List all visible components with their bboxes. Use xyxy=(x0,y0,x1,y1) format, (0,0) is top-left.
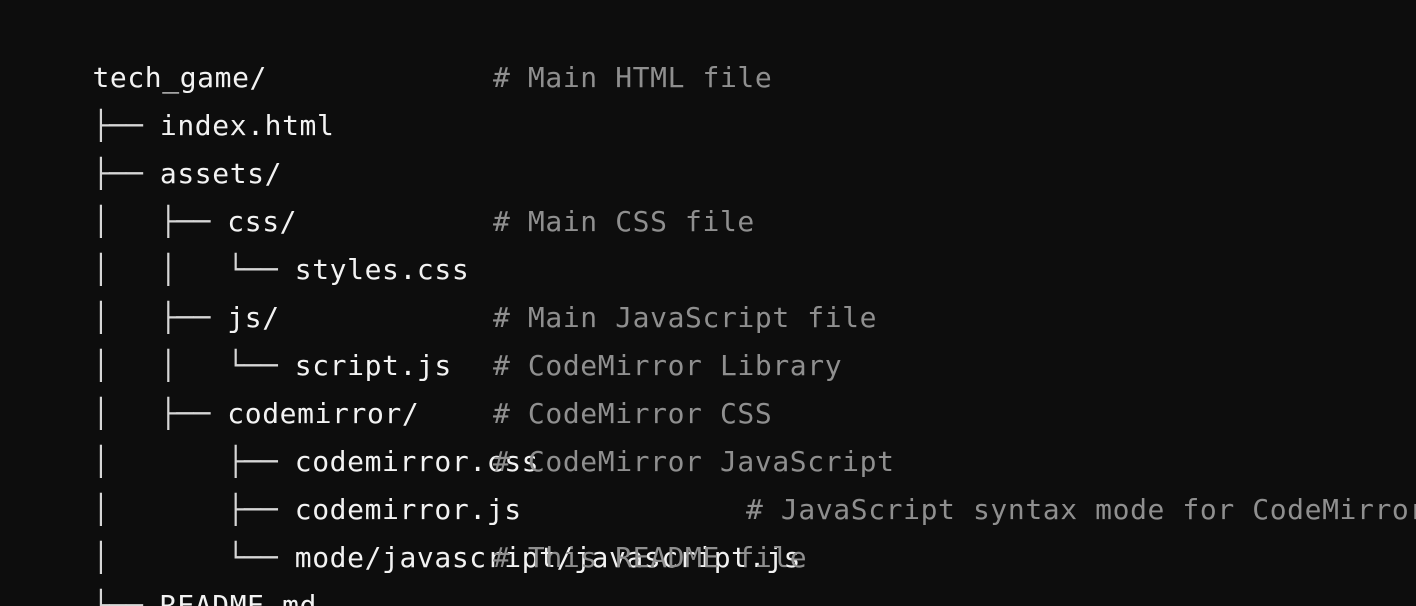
tree-line-root: tech_game/ xyxy=(25,6,1416,94)
file-name-readme: README.md xyxy=(159,589,317,606)
file-comment: # Main CSS file xyxy=(493,205,755,238)
tree-line-script-js: │ │ └── script.js # Main JavaScript file xyxy=(25,294,1416,382)
file-comment: # Main JavaScript file xyxy=(493,301,878,334)
file-comment: # JavaScript syntax mode for CodeMirror xyxy=(746,493,1416,526)
tree-line-codemirror: │ ├── codemirror/# CodeMirror Library xyxy=(25,342,1416,430)
file-comment: # Main HTML file xyxy=(493,61,773,94)
tree-line-index-html: ├── index.html # Main HTML file xyxy=(25,54,1416,142)
file-comment: # CodeMirror CSS xyxy=(493,397,773,430)
tree-line-javascript-mode: │ └── mode/javascript/javascript.js # Jav… xyxy=(25,486,1416,574)
tree-line-styles-css: │ │ └── styles.css # Main CSS file xyxy=(25,198,1416,286)
file-comment: # CodeMirror Library xyxy=(493,349,843,382)
tree-line-readme: └── README.md # This README file xyxy=(25,534,1416,606)
tree-line-css: │ ├── css/ xyxy=(25,150,1416,238)
tree-branch: └── xyxy=(92,589,160,606)
tree-line-codemirror-js: │ ├── codemirror.js # CodeMirror JavaScri… xyxy=(25,438,1416,526)
directory-tree: tech_game/ ├── index.html # Main HTML fil… xyxy=(0,0,1416,606)
tree-line-js: │ ├── js/ xyxy=(25,246,1416,334)
file-comment: # CodeMirror JavaScript xyxy=(493,445,895,478)
tree-line-codemirror-css: │ ├── codemirror.css # CodeMirror CSS xyxy=(25,390,1416,478)
file-comment: # This README file xyxy=(493,541,808,574)
tree-line-assets: ├── assets/ xyxy=(25,102,1416,190)
